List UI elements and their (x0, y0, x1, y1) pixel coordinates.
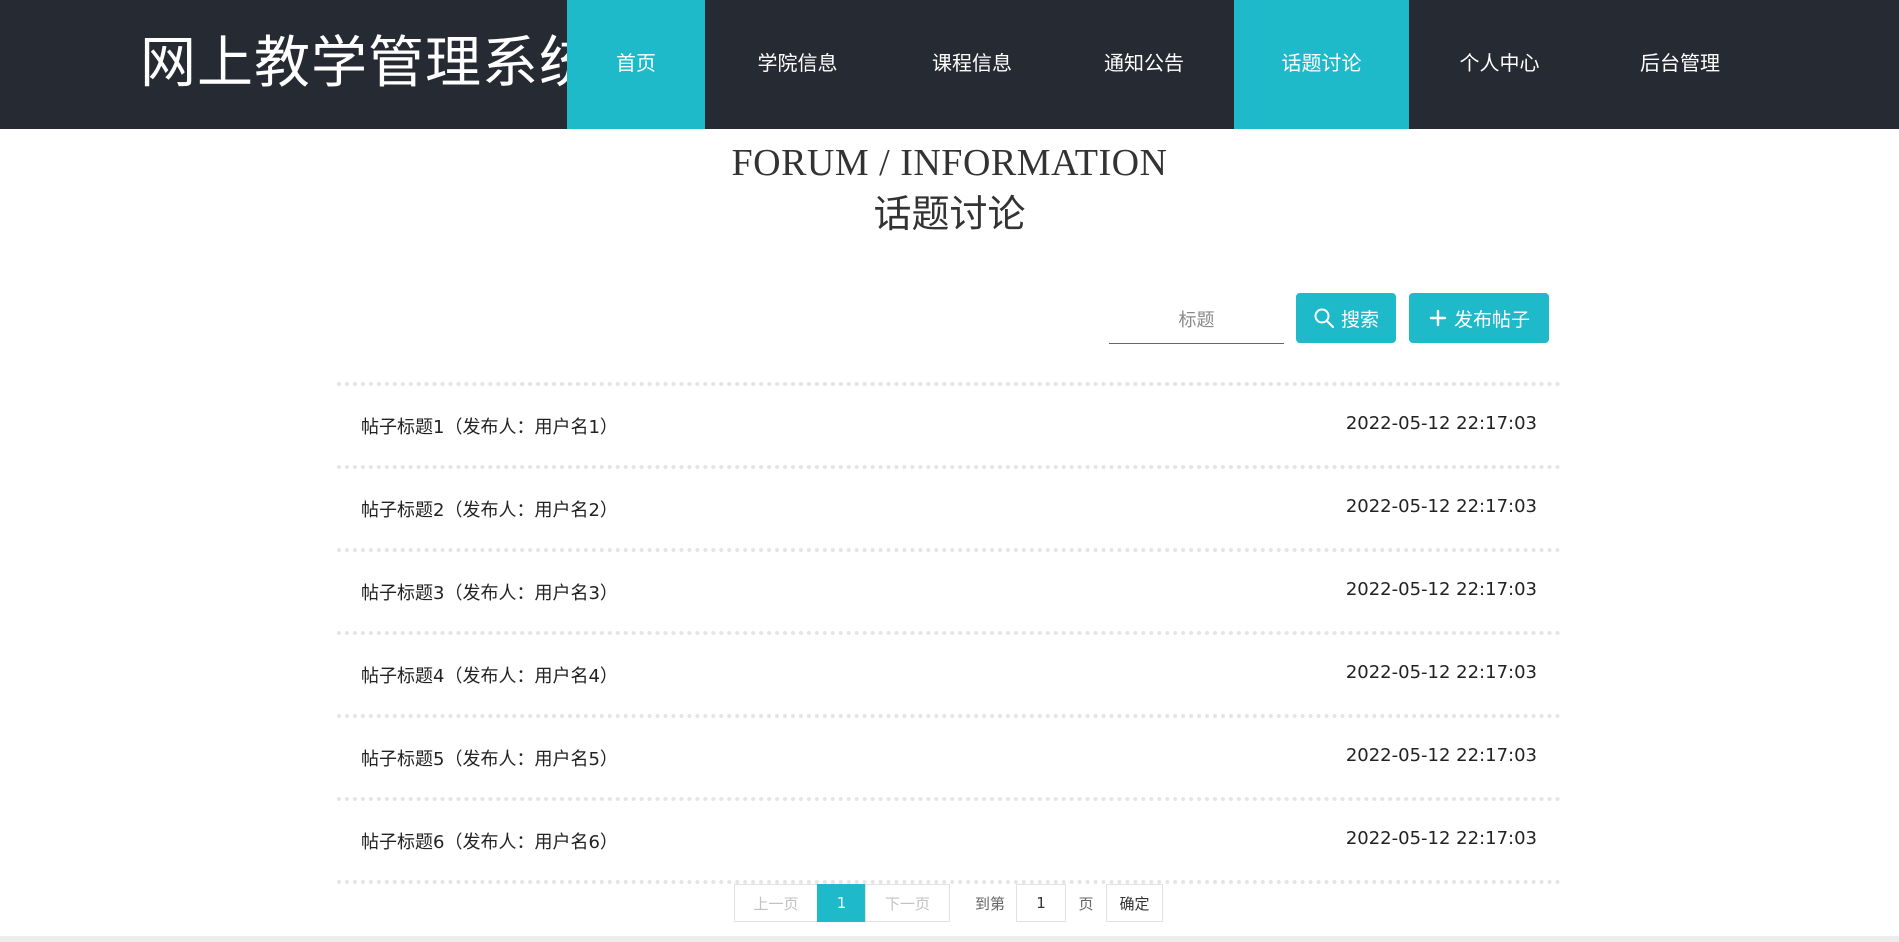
search-icon (1313, 307, 1335, 329)
post-list: 帖子标题1（发布人：用户名1） 2022-05-12 22:17:03 帖子标题… (337, 382, 1561, 884)
list-item[interactable]: 帖子标题6（发布人：用户名6） 2022-05-12 22:17:03 (337, 797, 1561, 884)
post-time: 2022-05-12 22:17:03 (1345, 828, 1537, 849)
nav-admin[interactable]: 后台管理 (1590, 0, 1770, 129)
post-title[interactable]: 帖子标题5（发布人：用户名5） (361, 745, 618, 771)
list-item[interactable]: 帖子标题2（发布人：用户名2） 2022-05-12 22:17:03 (337, 465, 1561, 548)
nav-personal-center[interactable]: 个人中心 (1409, 0, 1590, 129)
list-item[interactable]: 帖子标题4（发布人：用户名4） 2022-05-12 22:17:03 (337, 631, 1561, 714)
nav-course-info[interactable]: 课程信息 (890, 0, 1054, 129)
post-title[interactable]: 帖子标题2（发布人：用户名2） (361, 496, 618, 522)
top-navigation-bar: 网上教学管理系统 首页 学院信息 课程信息 通知公告 话题讨论 个人中心 后台管… (0, 0, 1899, 129)
post-time: 2022-05-12 22:17:03 (1345, 579, 1537, 600)
post-title[interactable]: 帖子标题1（发布人：用户名1） (361, 413, 618, 439)
page-title-chinese: 话题讨论 (873, 192, 1026, 236)
confirm-page-button[interactable]: 确定 (1106, 884, 1163, 922)
title-search-input[interactable] (1109, 297, 1284, 344)
page-unit-label: 页 (1078, 894, 1094, 913)
site-brand-title: 网上教学管理系统 (140, 31, 596, 96)
post-time: 2022-05-12 22:17:03 (1345, 662, 1537, 683)
current-page[interactable]: 1 (817, 884, 866, 922)
list-item[interactable]: 帖子标题3（发布人：用户名3） 2022-05-12 22:17:03 (337, 548, 1561, 631)
footer-divider (0, 936, 1899, 942)
plus-icon (1428, 308, 1448, 328)
post-title[interactable]: 帖子标题6（发布人：用户名6） (361, 828, 618, 854)
post-time: 2022-05-12 22:17:03 (1345, 745, 1537, 766)
search-button[interactable]: 搜索 (1296, 293, 1396, 343)
publish-post-button[interactable]: 发布帖子 (1409, 293, 1549, 343)
list-item[interactable]: 帖子标题5（发布人：用户名5） 2022-05-12 22:17:03 (337, 714, 1561, 797)
nav-home[interactable]: 首页 (567, 0, 705, 129)
post-time: 2022-05-12 22:17:03 (1345, 413, 1537, 434)
page-title-english: FORUM / INFORMATION (731, 142, 1168, 184)
post-title[interactable]: 帖子标题3（发布人：用户名3） (361, 579, 618, 605)
nav-forum[interactable]: 话题讨论 (1234, 0, 1409, 129)
nav-college-info[interactable]: 学院信息 (705, 0, 890, 129)
post-time: 2022-05-12 22:17:03 (1345, 496, 1537, 517)
page-number-input[interactable] (1016, 884, 1066, 922)
nav-announcements[interactable]: 通知公告 (1054, 0, 1234, 129)
goto-label: 到第 (974, 894, 1005, 913)
list-item[interactable]: 帖子标题1（发布人：用户名1） 2022-05-12 22:17:03 (337, 382, 1561, 465)
publish-post-label: 发布帖子 (1453, 308, 1530, 331)
prev-page-button[interactable]: 上一页 (734, 884, 818, 922)
search-button-label: 搜索 (1340, 308, 1379, 331)
post-title[interactable]: 帖子标题4（发布人：用户名4） (361, 662, 618, 688)
next-page-button[interactable]: 下一页 (865, 884, 950, 922)
